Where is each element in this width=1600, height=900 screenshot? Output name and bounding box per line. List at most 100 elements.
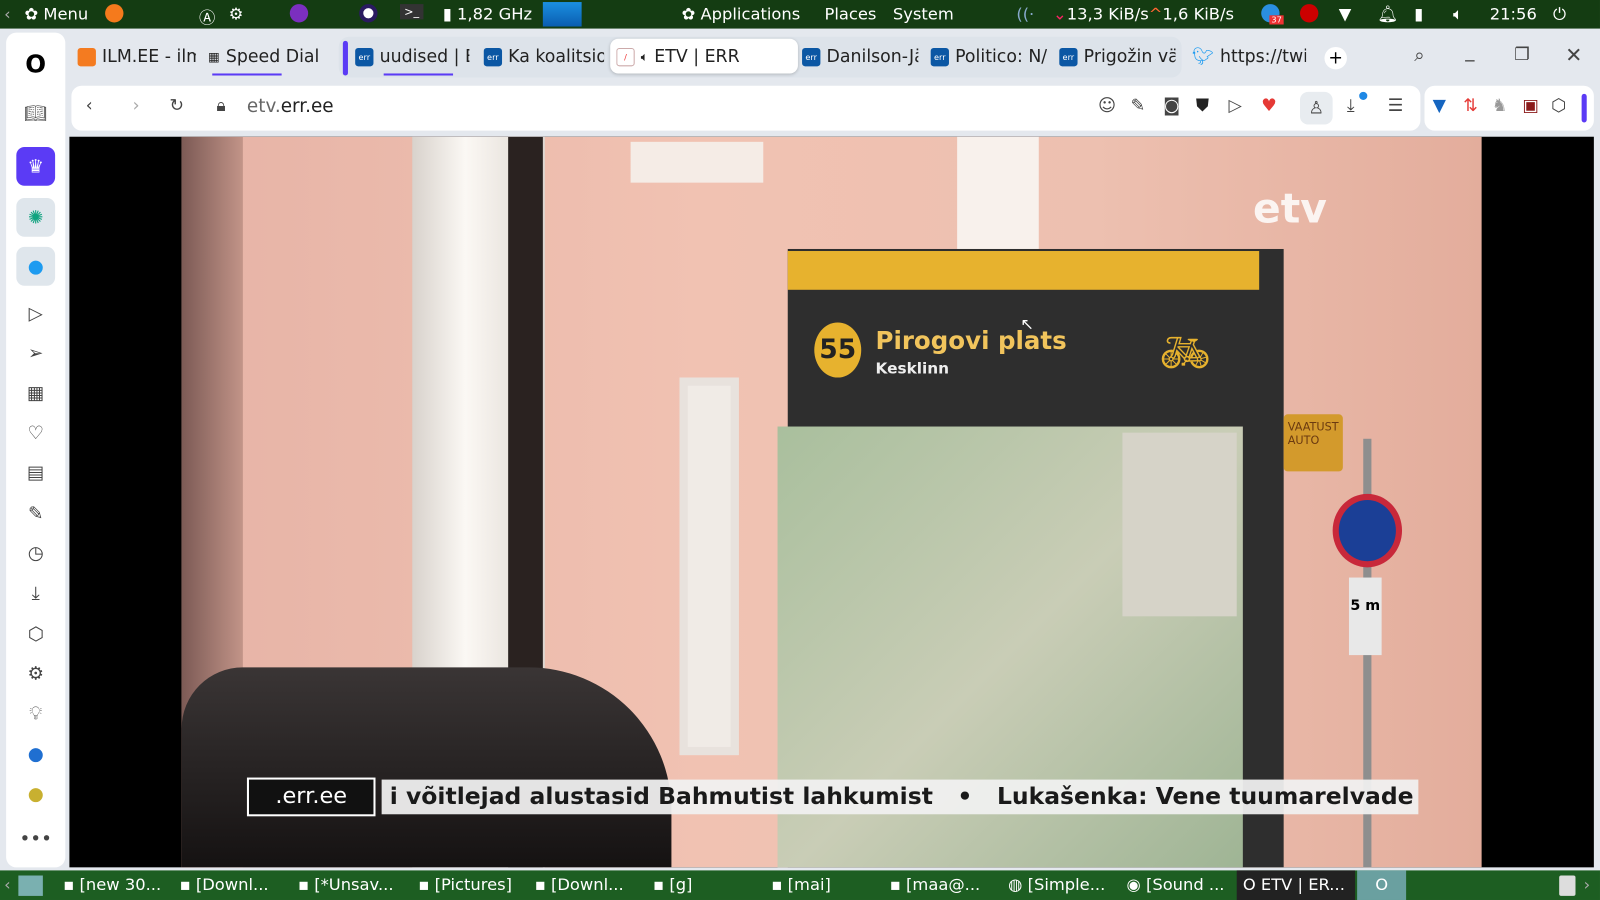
spy-icon[interactable]: ♞ — [1492, 96, 1508, 116]
vpn-icon[interactable]: ▼ — [1433, 96, 1446, 116]
task-item[interactable]: ▪ [new 30... — [63, 874, 161, 893]
apps-icon[interactable]: ▦ — [20, 378, 51, 409]
tab-prigozin[interactable]: err Prigožin vä — [1059, 41, 1176, 74]
reload-button[interactable]: ↻ — [169, 96, 184, 116]
news-icon[interactable]: ▤ — [20, 457, 51, 488]
audio-icon[interactable]: 🔈︎ — [641, 49, 648, 64]
applications-menu[interactable]: ✿ Applications — [682, 4, 801, 23]
clipboard-icon[interactable]: ▣ — [1522, 96, 1538, 116]
telegram-badge: 37 — [1269, 15, 1284, 25]
task-item[interactable]: ▪ [mai] — [771, 874, 830, 893]
clock[interactable]: 21:56 — [1490, 4, 1537, 23]
download-icon[interactable]: ⤓ — [20, 578, 51, 609]
new-tab-button[interactable]: + — [1324, 46, 1347, 70]
tab-label: Danilson-Jä — [826, 46, 919, 68]
task-item[interactable]: ◍ [Simple... — [1008, 874, 1105, 893]
crown-icon[interactable]: ♛ — [16, 146, 56, 186]
send-icon[interactable]: ➢ — [20, 338, 51, 369]
video-frame: 55 Pirogovi plats Kesklinn 🚲︎ VAATUST AU… — [181, 136, 1482, 868]
task-item[interactable]: ▪ [Pictures] — [418, 874, 512, 893]
tab-search-icon[interactable]: ⌕ — [1414, 45, 1424, 66]
lock-icon[interactable]: 🔒︎ — [216, 96, 225, 116]
sidebar-toggle[interactable] — [1581, 93, 1587, 123]
places-menu[interactable]: Places — [824, 4, 876, 23]
system-menu[interactable]: System — [893, 4, 954, 23]
minimize-button[interactable]: _ — [1465, 41, 1474, 62]
twitter-icon[interactable]: ● — [16, 246, 56, 286]
history-icon[interactable]: ◷ — [20, 538, 51, 569]
send-icon[interactable]: ▷ — [1229, 96, 1242, 116]
snapshot-icon[interactable]: ✎ — [20, 498, 51, 529]
tab-speed-dial[interactable]: ▦ Speed Dial — [208, 41, 322, 74]
menu-button[interactable]: ✿ Menu — [24, 4, 88, 23]
player-icon[interactable]: ▷ — [20, 298, 51, 329]
settings-icon[interactable]: ⚙ — [20, 658, 51, 689]
taskbar: ‹ ▪ [new 30... ▪ [Downl... ▪ [*Unsav... … — [0, 870, 1600, 900]
taskbar-left-arrow[interactable]: ‹ — [4, 874, 11, 893]
bulb-icon[interactable]: 💡︎ — [20, 698, 51, 729]
profile-icon[interactable]: ♙ — [1299, 91, 1333, 125]
opera-icon[interactable] — [359, 4, 378, 23]
tab-etv[interactable]: / 🔈︎ ETV | ERR — [616, 41, 789, 74]
tab-uudised[interactable]: err uudised | E — [355, 41, 469, 74]
task-item[interactable]: ▪ [Downl... — [535, 874, 624, 893]
camera-icon[interactable]: ◙ — [1163, 96, 1180, 116]
task-label: [Pictures] — [434, 874, 513, 894]
more-icon[interactable]: ••• — [19, 823, 52, 854]
url-field[interactable]: etv.err.ee — [247, 96, 334, 117]
record-icon[interactable] — [1299, 4, 1319, 23]
show-desktop[interactable] — [18, 875, 43, 896]
task-opera[interactable]: O — [1357, 870, 1407, 900]
back-button[interactable]: ‹ — [86, 96, 93, 116]
task-item[interactable]: ▪ [maa@... — [890, 874, 980, 893]
task-item-active[interactable]: O ETV | ER... — [1236, 870, 1356, 900]
tab-koalitsioon[interactable]: err Ka koalitsio — [483, 41, 604, 74]
tor-icon[interactable] — [289, 4, 309, 23]
video-player[interactable]: 55 Pirogovi plats Kesklinn 🚲︎ VAATUST AU… — [69, 136, 1594, 868]
opera-logo-icon[interactable]: O — [20, 49, 51, 80]
trash-icon[interactable] — [1559, 875, 1576, 896]
tab-danilson[interactable]: err Danilson-Jä — [802, 41, 918, 74]
task-item[interactable]: ◉ [Sound ... — [1127, 874, 1225, 893]
err-icon: err — [802, 47, 821, 67]
network-icon[interactable]: ▼ — [1339, 4, 1352, 23]
battery-icon[interactable]: ▮ — [1414, 4, 1423, 23]
cube-icon[interactable]: ⬡ — [20, 618, 51, 649]
gear-icon[interactable]: ⚙ — [229, 4, 244, 23]
reader-icon[interactable]: 📖︎ — [20, 98, 51, 129]
task-label: [mai] — [787, 874, 831, 894]
task-item[interactable]: ▪ [*Unsav... — [298, 874, 394, 893]
power-icon[interactable]: ⏻ — [1553, 4, 1566, 24]
pin-icon[interactable]: ✎ — [1131, 96, 1146, 116]
restore-button[interactable]: ❐ — [1514, 45, 1530, 65]
close-button[interactable]: ✕ — [1565, 43, 1582, 67]
task-item[interactable]: ▪ [Downl... — [180, 874, 269, 893]
heart-icon[interactable]: ♡ — [20, 417, 51, 448]
heart-icon[interactable]: ♥ — [1261, 96, 1277, 116]
tab-ilm[interactable]: ILM.EE - ilm — [77, 41, 196, 74]
downloads-icon[interactable]: ⤓ — [1347, 91, 1368, 116]
taskbar-right-arrow[interactable]: › — [1584, 874, 1591, 893]
terminal-icon[interactable]: >_ — [399, 4, 424, 20]
task-item[interactable]: ▪ [g] — [653, 874, 692, 893]
tab-politico[interactable]: err Politico: N/ — [930, 41, 1047, 74]
shield-icon[interactable]: ⛊ — [1196, 96, 1209, 116]
firefox-icon[interactable] — [105, 4, 124, 23]
bell-icon[interactable]: 🔔︎ — [1378, 4, 1399, 23]
translate-icon[interactable]: ⇅ — [1463, 96, 1478, 116]
search-icon[interactable]: Ⓐ — [199, 4, 215, 28]
forward-button[interactable]: › — [133, 96, 140, 116]
board-top — [787, 251, 1260, 290]
tab-twitter[interactable]: 🐦︎ https://twi — [1192, 41, 1306, 74]
volume-icon[interactable]: 🔈︎ — [1453, 4, 1463, 24]
extension-icon[interactable]: ● — [20, 779, 51, 810]
chat-icon[interactable]: ● — [20, 739, 51, 770]
panel-left-arrow[interactable]: ‹ — [4, 4, 11, 23]
emoji-icon[interactable]: ☺ — [1098, 96, 1116, 116]
cpu-monitor: ▮ 1,82 GHz — [442, 4, 533, 24]
cube-icon[interactable]: ⬡ — [1551, 96, 1566, 116]
netspeed: ⌄13,3 KiB/s^1,6 KiB/s — [1053, 4, 1235, 24]
easy-setup-icon[interactable]: ☰ — [1388, 96, 1404, 116]
chatgpt-icon[interactable]: ✺ — [16, 197, 56, 237]
net-down: 13,3 KiB/s — [1066, 4, 1149, 24]
